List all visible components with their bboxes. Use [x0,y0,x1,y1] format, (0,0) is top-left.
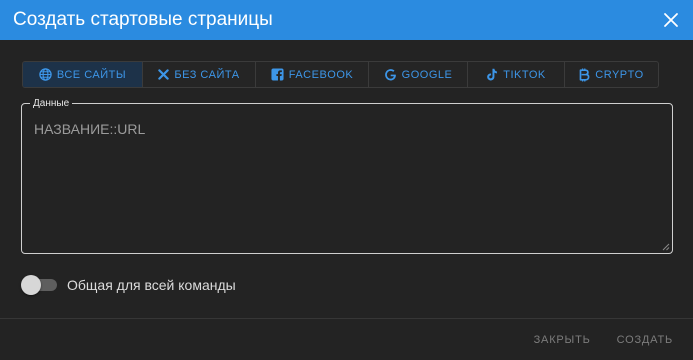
tab-facebook[interactable]: Facebook [256,62,369,87]
tab-no-site[interactable]: Без сайта [143,62,256,87]
toggle-knob [21,275,41,295]
facebook-icon [271,68,284,81]
tab-all-sites-label: Все сайты [56,68,127,81]
tab-facebook-label: Facebook [288,68,354,81]
google-icon [384,69,396,81]
create-button[interactable]: Создать [617,334,673,346]
dialog-header: Создать стартовые страницы [0,0,693,40]
globe-icon [39,68,52,81]
close-button[interactable] [658,7,684,33]
resize-grip-icon[interactable] [662,243,670,251]
x-icon [158,69,170,80]
tab-tiktok-label: Tiktok [503,68,546,81]
tab-tiktok[interactable]: Tiktok [468,62,565,87]
data-field-legend: Данные [30,97,73,110]
bitcoin-icon [579,68,590,81]
data-textarea[interactable]: НАЗВАНИЕ::URL [34,121,660,243]
tab-google-label: Google [401,68,453,81]
dialog-actions: Закрыть Создать [534,334,673,346]
close-icon [664,13,678,27]
tab-crypto-label: Crypto [595,68,644,81]
team-shared-toggle[interactable] [21,275,59,295]
tab-no-site-label: Без сайта [174,68,240,81]
source-tabs: Все сайты Без сайта Facebook Google [22,61,659,88]
dialog-title: Создать стартовые страницы [13,9,273,30]
tiktok-icon [487,68,498,81]
create-start-pages-dialog: Создать стартовые страницы Все сайты Без… [0,0,693,360]
team-shared-row: Общая для всей команды [21,275,236,295]
data-field: Данные НАЗВАНИЕ::URL [21,97,673,254]
data-textarea-placeholder: НАЗВАНИЕ::URL [34,121,146,137]
tab-google[interactable]: Google [369,62,468,87]
close-dialog-button[interactable]: Закрыть [534,334,591,346]
footer-divider [0,318,693,319]
tab-all-sites[interactable]: Все сайты [23,62,143,87]
team-shared-label: Общая для всей команды [67,277,236,293]
tab-crypto[interactable]: Crypto [565,62,658,87]
